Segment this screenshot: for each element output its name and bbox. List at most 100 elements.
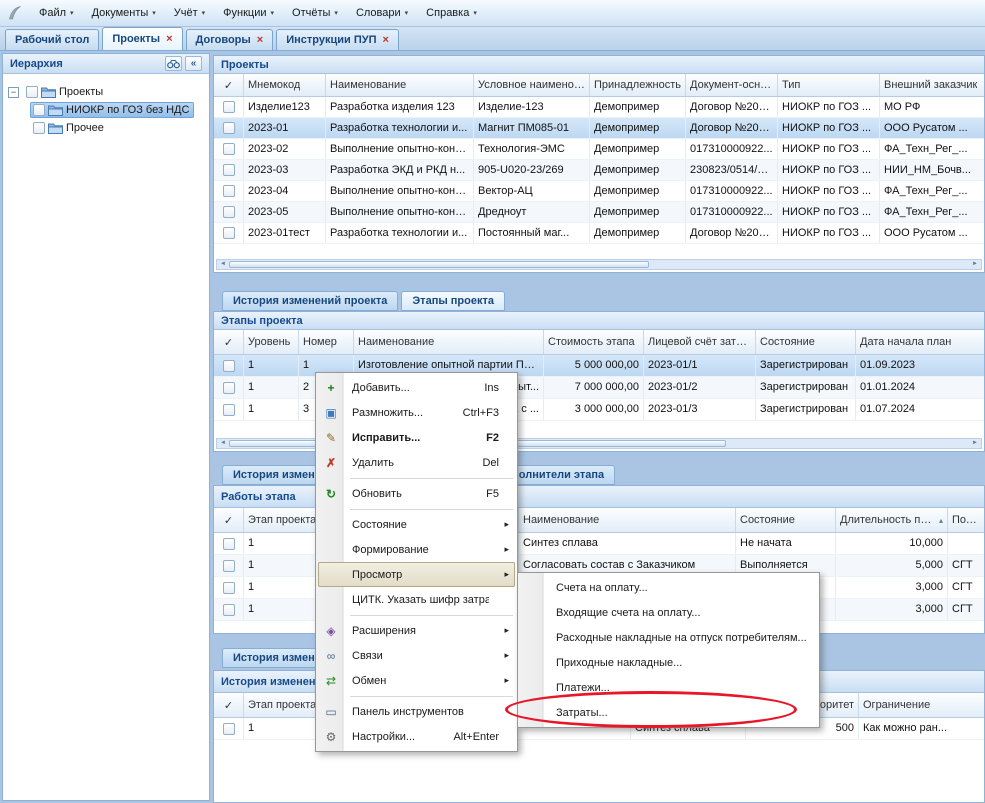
check-column-header[interactable]: ✓ [214,74,244,96]
menubar-item[interactable]: Учёт ▾ [165,0,214,26]
column-header-mnemocode[interactable]: Мнемокод [244,74,326,96]
context-menu-item[interactable]: ⚙ Настройки... Alt+Enter [318,724,515,749]
column-header-state[interactable]: Состояние [756,330,856,354]
column-header-number[interactable]: Номер [299,330,354,354]
column-header-duration[interactable]: Длительность план▴ [836,508,948,532]
submenu-item[interactable]: Входящие счета на оплату... [520,600,817,625]
check-column-header[interactable]: ✓ [214,508,244,532]
project-row[interactable]: 2023-05 Выполнение опытно-конс... Дредно… [214,202,984,223]
column-header-type[interactable]: Тип [778,74,880,96]
tree-checkbox[interactable] [26,86,38,98]
submenu-item[interactable]: Платежи... [520,675,817,700]
context-menu-item[interactable]: ✗ Удалить Del [318,450,515,475]
context-menu-item[interactable]: ЦИТК. Указать шифр затрат... [318,587,515,612]
column-header-name[interactable]: Наименование [326,74,474,96]
context-menu-item[interactable]: ⇄ Обмен ▸ [318,668,515,693]
context-menu-item[interactable]: + Добавить... Ins [318,375,515,400]
context-menu-item[interactable]: Формирование ▸ [318,537,515,562]
context-menu-item[interactable]: ✎ Исправить... F2 [318,425,515,450]
menu-item-icon: ✎ [318,432,344,444]
context-menu-item[interactable]: ↻ Обновить F5 [318,481,515,506]
row-checkbox[interactable] [223,206,235,218]
submenu-item[interactable]: Приходные накладные... [520,650,817,675]
cell-name: Разработка технологии и... [326,118,474,138]
project-row[interactable]: 2023-02 Выполнение опытно-конс... Технол… [214,139,984,160]
submenu-item[interactable]: Счета на оплату... [520,575,817,600]
menubar-item[interactable]: Файл ▾ [30,0,83,26]
column-header-document[interactable]: Документ-основание [686,74,778,96]
project-row[interactable]: 2023-03 Разработка ЭКД и РКД н... 905-U0… [214,160,984,181]
tree-root-node[interactable]: − Проекты [3,83,209,101]
menubar-item[interactable]: Отчёты ▾ [283,0,347,26]
row-checkbox[interactable] [223,164,235,176]
check-column-header[interactable]: ✓ [214,330,244,354]
row-checkbox[interactable] [223,604,235,616]
column-header-level[interactable]: Уровень [244,330,299,354]
submenu-item[interactable]: Затраты... [520,700,817,725]
column-header-department[interactable]: Подразделение [948,508,985,532]
sort-indicator-icon: ▴ [939,516,943,525]
column-header-cost[interactable]: Стоимость этапа [544,330,644,354]
project-row[interactable]: 2023-01 Разработка технологии и... Магни… [214,118,984,139]
tree-node[interactable]: Прочее [30,119,109,137]
row-checkbox[interactable] [223,227,235,239]
submenu-arrow-icon: ▸ [499,544,509,555]
find-icon[interactable] [165,56,182,71]
column-header-start-date[interactable]: Дата начала план [856,330,985,354]
row-checkbox[interactable] [223,185,235,197]
context-menu-item[interactable]: ∞ Связи ▸ [318,643,515,668]
context-menu-item[interactable]: Состояние ▸ [318,512,515,537]
document-tab[interactable]: Проекты × [102,27,182,50]
document-tab[interactable]: Договоры × [186,29,274,50]
submenu-item[interactable]: Расходные накладные на отпуск потребител… [520,625,817,650]
context-menu-item[interactable]: ▭ Панель инструментов [318,699,515,724]
menubar-item[interactable]: Функции ▾ [214,0,283,26]
row-checkbox[interactable] [223,143,235,155]
column-header-name[interactable]: Наименование [519,508,736,532]
row-checkbox[interactable] [223,723,235,735]
scroll-right-button[interactable]: ► [969,439,981,448]
scroll-left-button[interactable]: ◄ [217,439,229,448]
row-checkbox[interactable] [223,122,235,134]
collapse-panel-button[interactable]: « [185,56,202,71]
context-menu-item[interactable]: Просмотр ▸ [318,562,515,587]
row-checkbox[interactable] [223,404,235,416]
column-header-constraint[interactable]: Ограничение [859,693,985,717]
tree-node[interactable]: НИОКР по ГОЗ без НДС [30,101,194,119]
document-tab[interactable]: Инструкции ПУП × [276,29,399,50]
row-checkbox[interactable] [223,538,235,550]
project-row[interactable]: 2023-01тест Разработка технологии и... П… [214,223,984,244]
tree-checkbox[interactable] [33,122,45,134]
row-checkbox[interactable] [223,560,235,572]
check-column-header[interactable]: ✓ [214,693,244,717]
project-row[interactable]: 2023-04 Выполнение опытно-конс... Вектор… [214,181,984,202]
column-header-belonging[interactable]: Принадлежность [590,74,686,96]
context-menu-item[interactable]: ◈ Расширения ▸ [318,618,515,643]
column-header-state[interactable]: Состояние [736,508,836,532]
tab-close-icon[interactable]: × [257,35,263,46]
menubar-item[interactable]: Словари ▾ [347,0,417,26]
row-checkbox[interactable] [223,360,235,372]
tree-checkbox[interactable] [33,104,45,116]
menubar-item[interactable]: Справка ▾ [417,0,486,26]
column-header-customer[interactable]: Внешний заказчик [880,74,985,96]
menubar-item[interactable]: Документы ▾ [83,0,165,26]
project-row[interactable]: Изделие123 Разработка изделия 123 Издели… [214,97,984,118]
tab-close-icon[interactable]: × [166,34,172,45]
context-menu-item[interactable]: ▣ Размножить... Ctrl+F3 [318,400,515,425]
scroll-right-button[interactable]: ► [969,260,981,269]
row-checkbox[interactable] [223,582,235,594]
scroll-thumb[interactable] [229,261,649,268]
column-header-account[interactable]: Лицевой счёт затрат [644,330,756,354]
row-checkbox[interactable] [223,382,235,394]
horizontal-scrollbar[interactable]: ◄ ► [216,259,982,270]
tab-close-icon[interactable]: × [383,35,389,46]
scroll-left-button[interactable]: ◄ [217,260,229,269]
column-header-cond-name[interactable]: Условное наименование [474,74,590,96]
document-tab[interactable]: Рабочий стол × [5,29,99,50]
row-checkbox[interactable] [223,101,235,113]
panel-tab[interactable]: Этапы проекта [401,291,505,311]
column-header-name[interactable]: Наименование [354,330,544,354]
panel-tab[interactable]: История изменений проекта [222,291,398,311]
tree-expander-icon[interactable]: − [8,87,19,98]
